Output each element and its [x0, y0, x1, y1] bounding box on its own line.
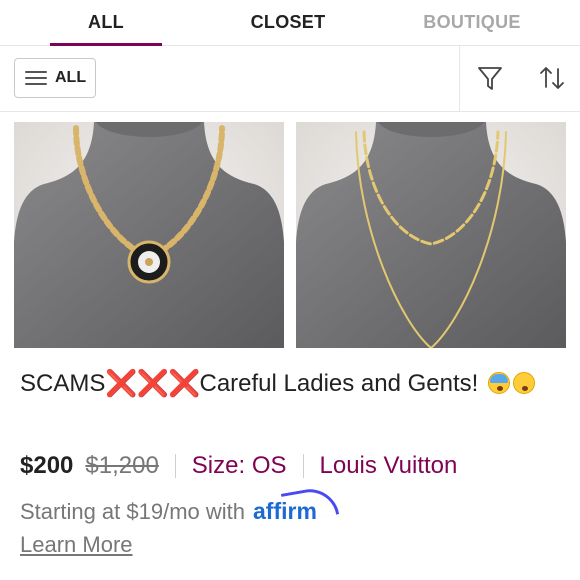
original-price: $1,200: [85, 452, 159, 479]
listing-photo-chain-necklace[interactable]: [14, 122, 284, 348]
listing-brand[interactable]: Louis Vuitton: [320, 452, 458, 480]
listing-images: [0, 112, 580, 348]
affirm-arc-icon: [280, 484, 340, 524]
listing-size[interactable]: Size: OS: [192, 452, 287, 480]
tab-all-label: ALL: [88, 12, 124, 32]
price-row: $200 $1,200 Size: OS Louis Vuitton: [20, 450, 457, 482]
learn-more-link[interactable]: Learn More: [20, 532, 133, 558]
price-divider: [174, 454, 176, 478]
cross-mark-icon: ❌: [105, 368, 138, 398]
category-filter-button[interactable]: ALL: [14, 58, 96, 98]
affirm-logo: affirm: [253, 484, 340, 525]
tab-boutique[interactable]: BOUTIQUE: [364, 0, 580, 45]
filter-button[interactable]: [472, 60, 508, 96]
listing-price: $200: [20, 452, 74, 479]
sort-button[interactable]: [534, 60, 570, 96]
cross-mark-icon: ❌: [168, 368, 201, 398]
filter-bar: ALL: [0, 46, 580, 112]
tab-all[interactable]: ALL: [0, 0, 212, 46]
size-divider: [302, 454, 304, 478]
tab-closet[interactable]: CLOSET: [212, 0, 364, 45]
filter-divider: [459, 46, 460, 112]
financing-row: Starting at $19/mo with affirm: [20, 484, 340, 525]
filter-icon: [478, 67, 502, 90]
category-filter-label: ALL: [55, 69, 87, 86]
listing-photo-layered-necklace[interactable]: [296, 122, 566, 348]
fearful-face-icon: [488, 372, 510, 394]
cross-mark-icon: ❌: [136, 368, 170, 398]
title-text-scams: SCAMS: [20, 370, 106, 397]
financing-text: Starting at $19/mo with: [20, 498, 246, 524]
tab-closet-label: CLOSET: [250, 12, 326, 32]
listing-title[interactable]: SCAMS❌❌❌Careful Ladies and Gents!: [20, 368, 560, 400]
tab-boutique-label: BOUTIQUE: [423, 12, 521, 32]
sort-icon: [540, 67, 564, 89]
tab-bar: ALL CLOSET BOUTIQUE: [0, 0, 580, 46]
menu-icon: [25, 70, 47, 86]
title-text-warning: Careful Ladies and Gents!: [199, 370, 479, 397]
flushed-face-icon: [513, 372, 535, 394]
